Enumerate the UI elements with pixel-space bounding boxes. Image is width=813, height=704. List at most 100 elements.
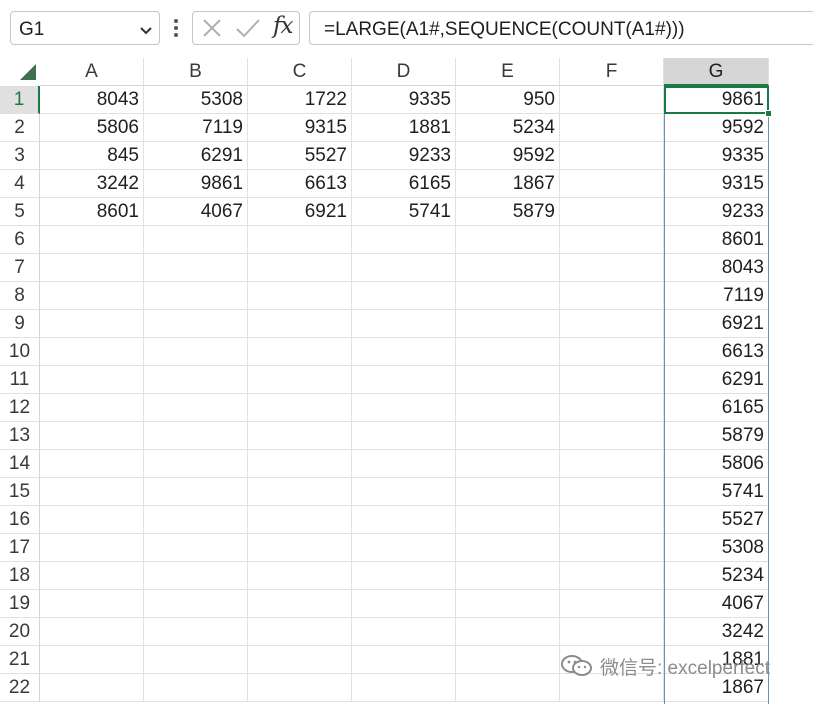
cell-c4[interactable]: 6613 [248, 170, 352, 198]
cell-f2[interactable] [560, 114, 664, 142]
cell-e22[interactable] [456, 674, 560, 702]
cell-f11[interactable] [560, 366, 664, 394]
cell-a10[interactable] [40, 338, 144, 366]
cell-b9[interactable] [144, 310, 248, 338]
cell-f20[interactable] [560, 618, 664, 646]
cell-d14[interactable] [352, 450, 456, 478]
cell-a5[interactable]: 8601 [40, 198, 144, 226]
cell-d11[interactable] [352, 366, 456, 394]
cell-b2[interactable]: 7119 [144, 114, 248, 142]
cell-c1[interactable]: 1722 [248, 86, 352, 114]
cell-b19[interactable] [144, 590, 248, 618]
cell-b8[interactable] [144, 282, 248, 310]
cell-b11[interactable] [144, 366, 248, 394]
cell-g8[interactable]: 7119 [664, 282, 769, 310]
cell-d19[interactable] [352, 590, 456, 618]
cell-b17[interactable] [144, 534, 248, 562]
cell-g2[interactable]: 9592 [664, 114, 769, 142]
cell-b3[interactable]: 6291 [144, 142, 248, 170]
cell-c15[interactable] [248, 478, 352, 506]
cancel-x-icon[interactable] [201, 17, 223, 44]
cell-d21[interactable] [352, 646, 456, 674]
insert-function-button[interactable]: fx [273, 13, 294, 39]
cell-a2[interactable]: 5806 [40, 114, 144, 142]
cell-c19[interactable] [248, 590, 352, 618]
cell-d13[interactable] [352, 422, 456, 450]
cell-g20[interactable]: 3242 [664, 618, 769, 646]
cell-g5[interactable]: 9233 [664, 198, 769, 226]
cell-a17[interactable] [40, 534, 144, 562]
cell-c10[interactable] [248, 338, 352, 366]
cell-e16[interactable] [456, 506, 560, 534]
cell-a4[interactable]: 3242 [40, 170, 144, 198]
cell-f8[interactable] [560, 282, 664, 310]
cell-f14[interactable] [560, 450, 664, 478]
cell-d20[interactable] [352, 618, 456, 646]
select-all-corner[interactable] [0, 58, 40, 86]
cell-f6[interactable] [560, 226, 664, 254]
cell-e7[interactable] [456, 254, 560, 282]
vertical-dots-icon[interactable] [170, 16, 182, 40]
cell-g3[interactable]: 9335 [664, 142, 769, 170]
cell-e18[interactable] [456, 562, 560, 590]
cell-b21[interactable] [144, 646, 248, 674]
column-header-a[interactable]: A [40, 58, 144, 86]
cell-c21[interactable] [248, 646, 352, 674]
row-header-5[interactable]: 5 [0, 198, 40, 226]
cell-f5[interactable] [560, 198, 664, 226]
cell-a19[interactable] [40, 590, 144, 618]
cell-f13[interactable] [560, 422, 664, 450]
cell-c3[interactable]: 5527 [248, 142, 352, 170]
cell-f12[interactable] [560, 394, 664, 422]
cell-b1[interactable]: 5308 [144, 86, 248, 114]
row-header-17[interactable]: 17 [0, 534, 40, 562]
column-header-f[interactable]: F [560, 58, 664, 86]
name-box[interactable]: G1 [10, 11, 160, 45]
cell-c14[interactable] [248, 450, 352, 478]
cell-d22[interactable] [352, 674, 456, 702]
cell-e10[interactable] [456, 338, 560, 366]
row-header-11[interactable]: 11 [0, 366, 40, 394]
cell-b5[interactable]: 4067 [144, 198, 248, 226]
cell-e2[interactable]: 5234 [456, 114, 560, 142]
cell-b22[interactable] [144, 674, 248, 702]
cell-f1[interactable] [560, 86, 664, 114]
cell-g1[interactable]: 9861 [664, 86, 769, 114]
fill-handle[interactable] [765, 110, 772, 117]
cell-c16[interactable] [248, 506, 352, 534]
cell-e8[interactable] [456, 282, 560, 310]
cell-a16[interactable] [40, 506, 144, 534]
cell-c5[interactable]: 6921 [248, 198, 352, 226]
cell-e3[interactable]: 9592 [456, 142, 560, 170]
cell-f9[interactable] [560, 310, 664, 338]
row-header-3[interactable]: 3 [0, 142, 40, 170]
cell-c8[interactable] [248, 282, 352, 310]
cell-e1[interactable]: 950 [456, 86, 560, 114]
cell-f15[interactable] [560, 478, 664, 506]
cell-c22[interactable] [248, 674, 352, 702]
cell-a7[interactable] [40, 254, 144, 282]
row-header-10[interactable]: 10 [0, 338, 40, 366]
cell-e11[interactable] [456, 366, 560, 394]
cell-f4[interactable] [560, 170, 664, 198]
row-header-14[interactable]: 14 [0, 450, 40, 478]
column-header-d[interactable]: D [352, 58, 456, 86]
cell-g14[interactable]: 5806 [664, 450, 769, 478]
cell-f7[interactable] [560, 254, 664, 282]
cell-e14[interactable] [456, 450, 560, 478]
formula-input[interactable]: =LARGE(A1#,SEQUENCE(COUNT(A1#))) [309, 11, 813, 45]
cell-b14[interactable] [144, 450, 248, 478]
cell-a1[interactable]: 8043 [40, 86, 144, 114]
row-header-12[interactable]: 12 [0, 394, 40, 422]
cell-d7[interactable] [352, 254, 456, 282]
column-header-g[interactable]: G [664, 58, 769, 86]
cell-a18[interactable] [40, 562, 144, 590]
cell-a3[interactable]: 845 [40, 142, 144, 170]
cell-c6[interactable] [248, 226, 352, 254]
cell-g11[interactable]: 6291 [664, 366, 769, 394]
cell-g13[interactable]: 5879 [664, 422, 769, 450]
cell-g18[interactable]: 5234 [664, 562, 769, 590]
row-header-9[interactable]: 9 [0, 310, 40, 338]
cell-b4[interactable]: 9861 [144, 170, 248, 198]
cell-e21[interactable] [456, 646, 560, 674]
